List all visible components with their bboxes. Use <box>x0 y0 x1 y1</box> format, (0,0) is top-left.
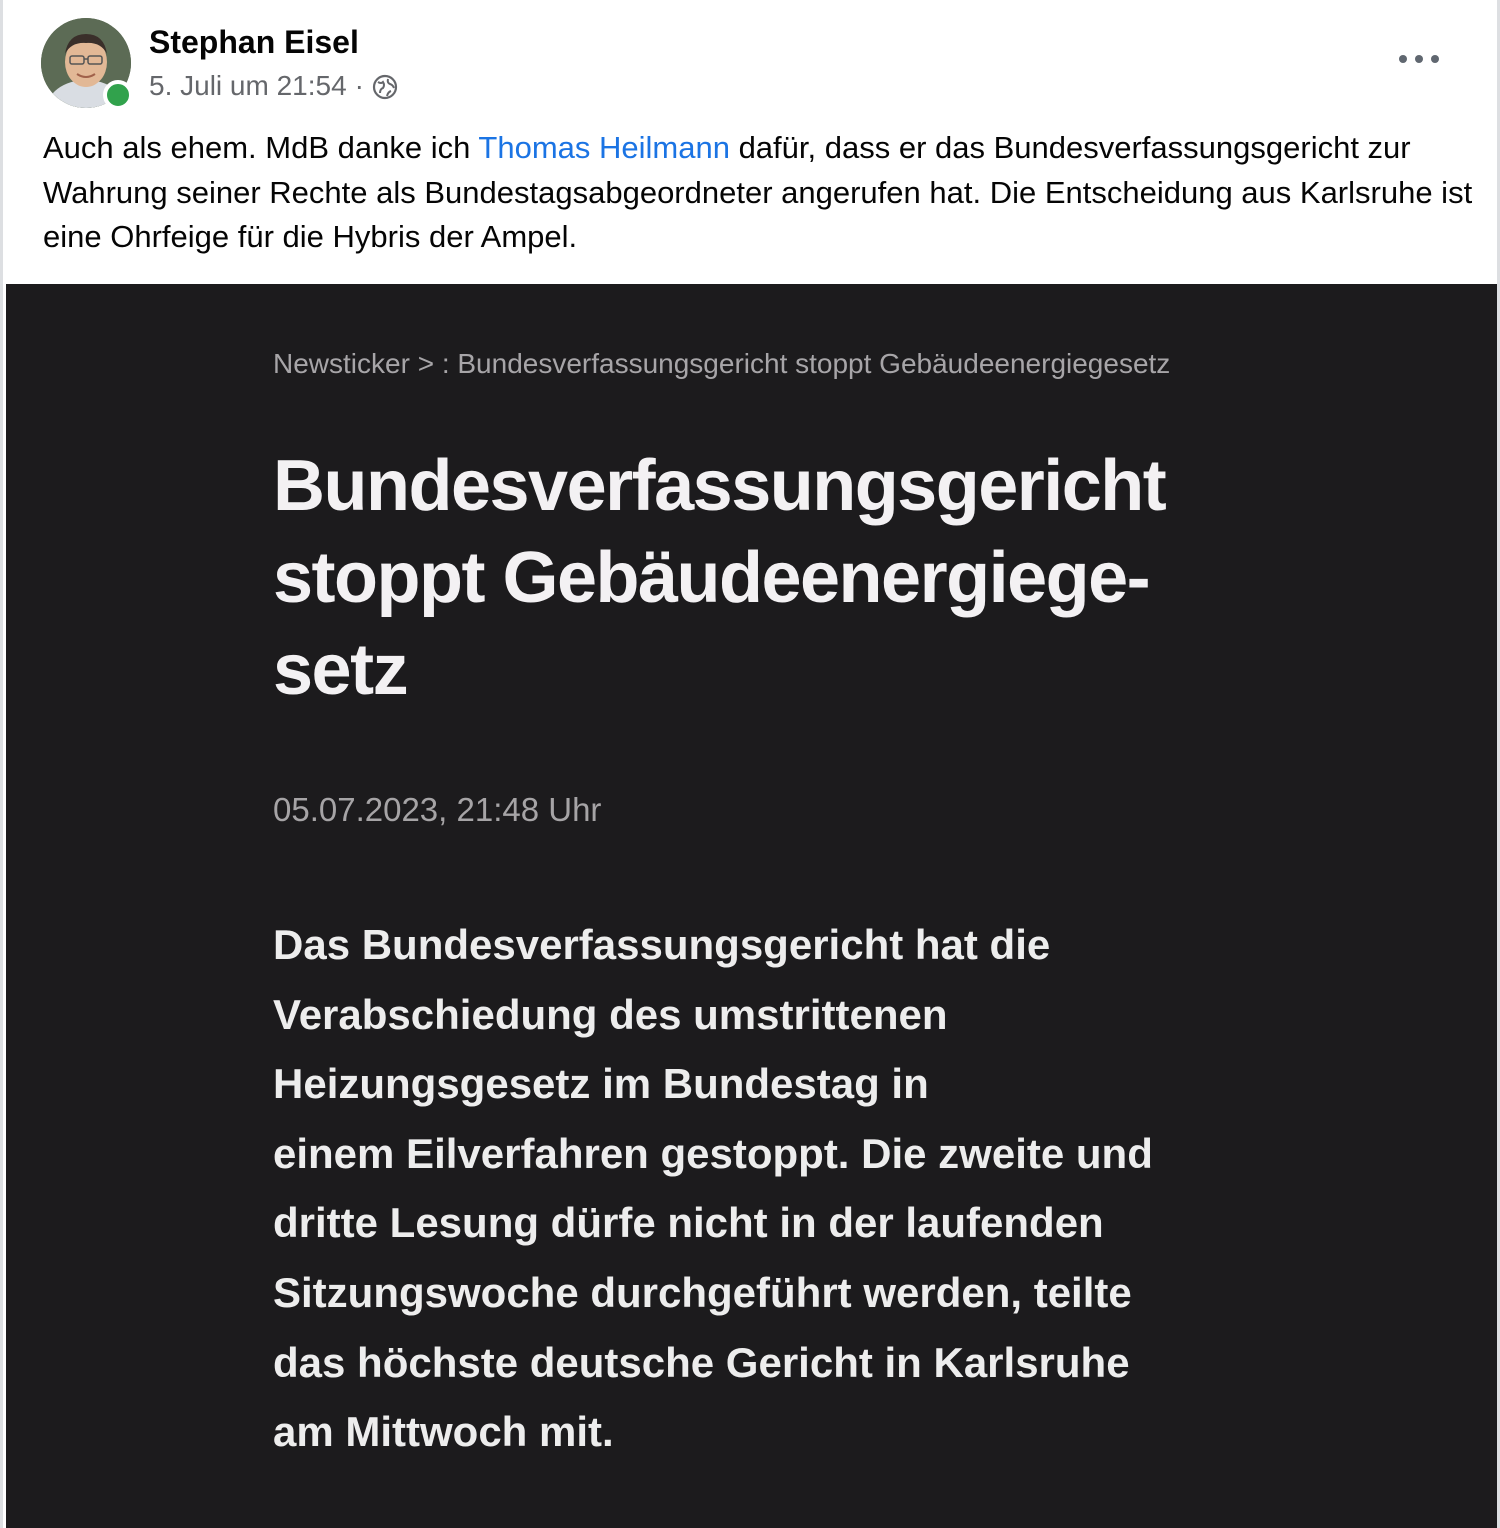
article-lead: Das Bundesverfassungsgericht hat die Ver… <box>273 921 1153 1456</box>
meta-separator: · <box>354 70 364 101</box>
dot <box>1399 55 1407 63</box>
author-name[interactable]: Stephan Eisel <box>149 22 359 62</box>
globe-icon[interactable] <box>372 73 398 100</box>
facebook-post: Stephan Eisel 5. Juli um 21:54 · Auch al… <box>0 0 1500 1528</box>
post-text: Auch als ehem. MdB danke ich Thomas Heil… <box>43 126 1473 260</box>
dot <box>1415 55 1423 63</box>
article-breadcrumb: Newsticker > : Bundesverfassungsgericht … <box>273 348 1171 379</box>
dot <box>1431 55 1439 63</box>
article-headline: Bundesverfassungsgericht stoppt Gebäudee… <box>273 446 1167 710</box>
more-options-icon[interactable] <box>1399 44 1439 74</box>
post-text-before: Auch als ehem. MdB danke ich <box>43 130 479 165</box>
online-status-indicator <box>103 80 133 110</box>
mention-link[interactable]: Thomas Heilmann <box>478 130 730 165</box>
post-timestamp[interactable]: 5. Juli um 21:54 <box>149 68 347 104</box>
post-meta: 5. Juli um 21:54 · <box>149 68 398 104</box>
article-date: 05.07.2023, 21:48 Uhr <box>273 791 602 828</box>
